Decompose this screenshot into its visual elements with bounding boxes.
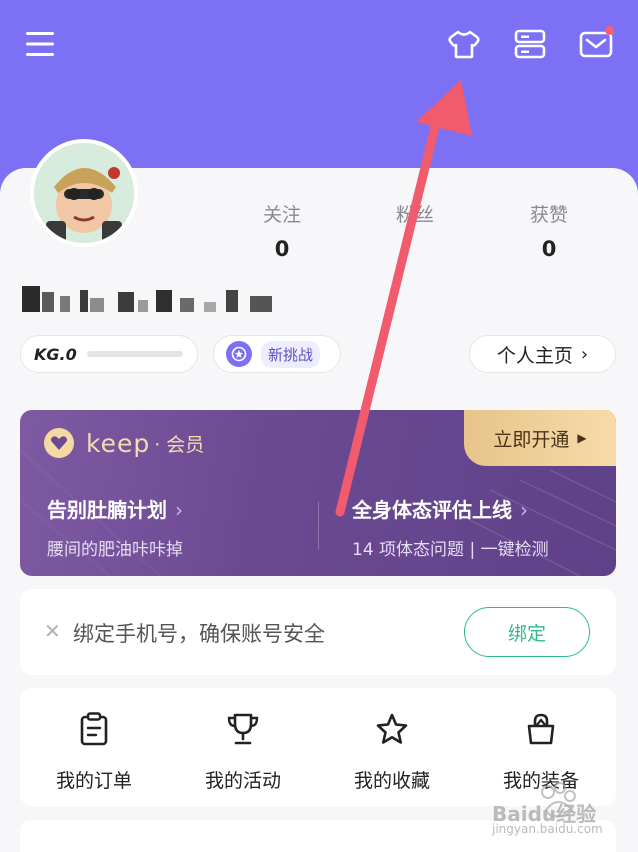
annotation-arrow [335,80,472,517]
baidu-watermark: Baidu经验 jingyan.baidu.com [486,782,626,838]
watermark-url: jingyan.baidu.com [492,822,603,836]
